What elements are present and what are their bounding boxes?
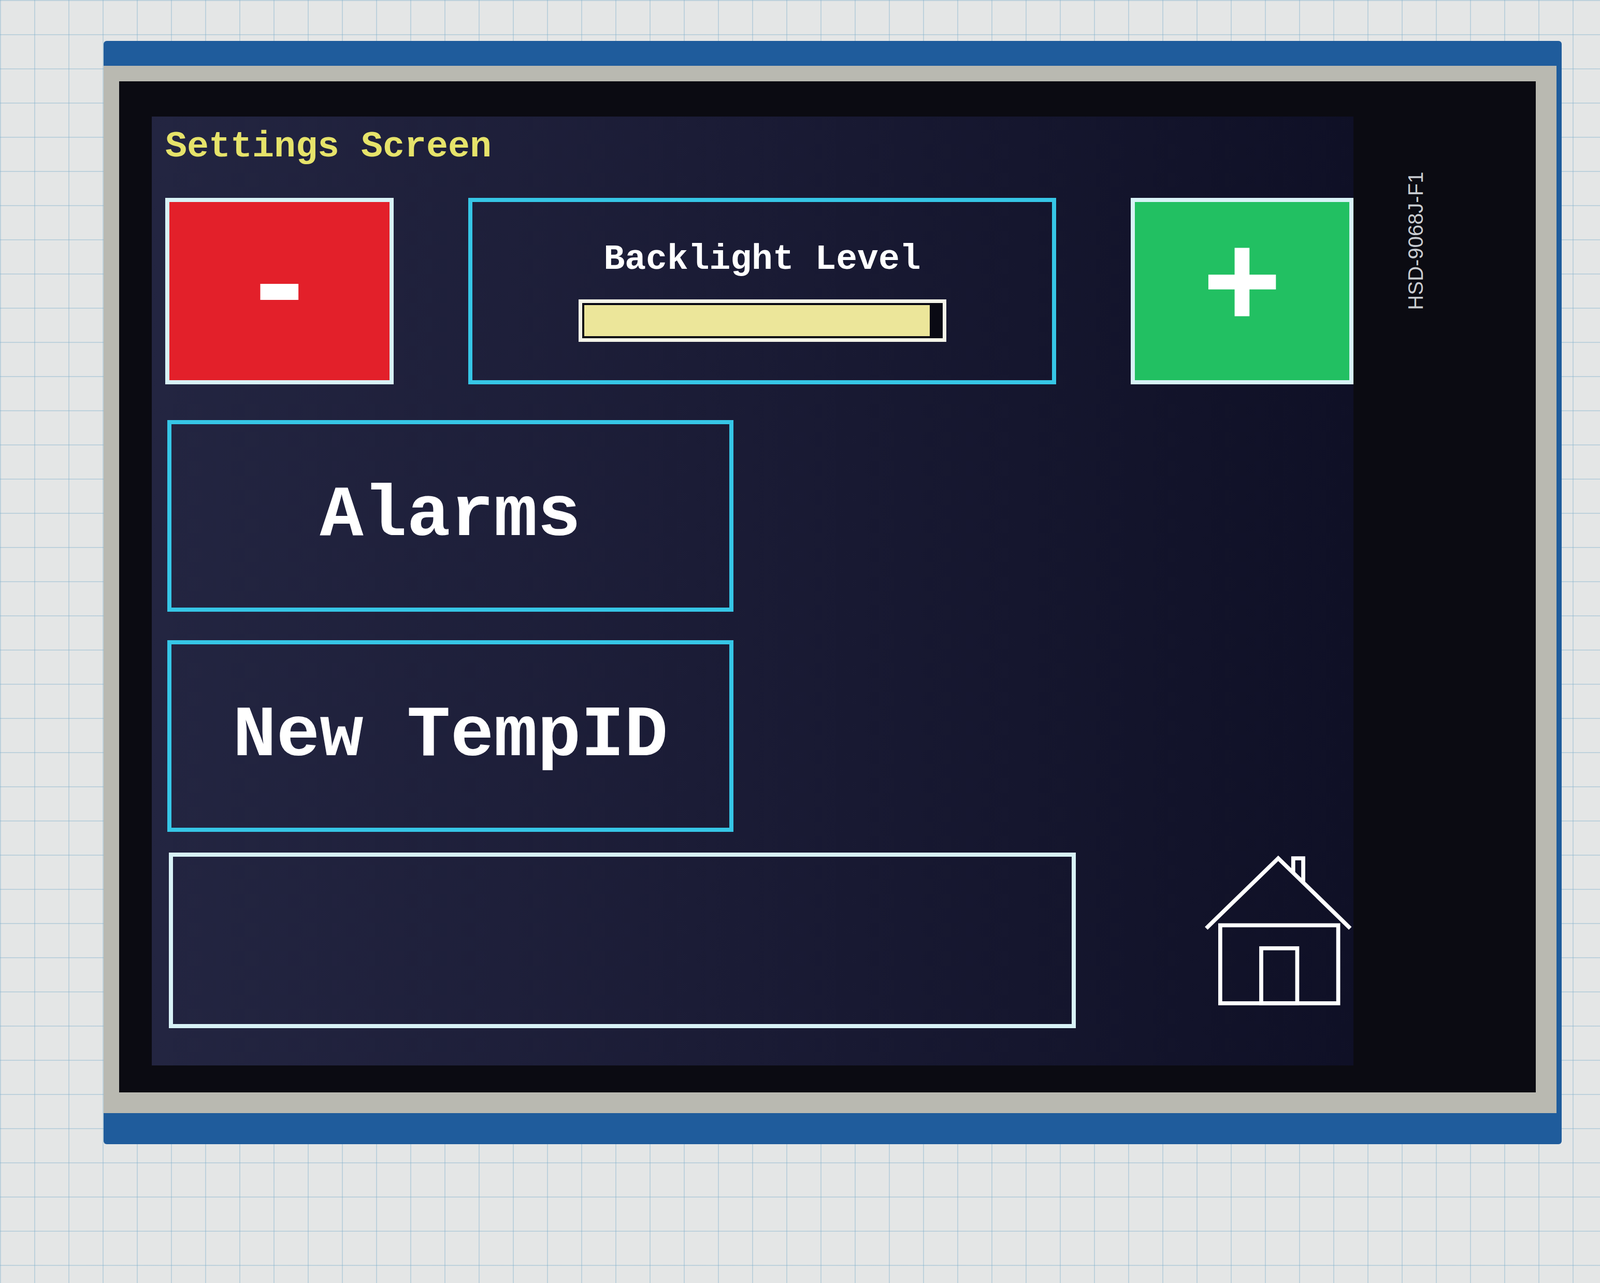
bottom-row <box>168 852 1354 1029</box>
increase-button[interactable]: + <box>1130 197 1354 385</box>
backlight-panel: Backlight Level <box>468 197 1057 385</box>
settings-screen: Settings Screen - Backlight Level + Alar… <box>151 116 1354 1066</box>
backlight-bar <box>578 299 947 342</box>
screen-glass: Settings Screen - Backlight Level + Alar… <box>119 81 1536 1093</box>
backlight-fill <box>584 305 930 337</box>
decrease-button[interactable]: - <box>165 197 394 385</box>
board-label-holder: HSD-9068J-F1 <box>1400 132 1432 350</box>
backlight-row: - Backlight Level + <box>165 197 1354 385</box>
board-edge: HSD-9068J-F1 <box>1353 116 1478 1066</box>
display-board: Settings Screen - Backlight Level + Alar… <box>103 40 1562 1145</box>
board-label: HSD-9068J-F1 <box>1400 171 1432 311</box>
home-icon[interactable] <box>1203 852 1354 1009</box>
message-box <box>168 852 1076 1029</box>
menu-button[interactable]: Alarms <box>167 420 734 612</box>
menu-button[interactable]: New TempID <box>167 640 734 832</box>
screen-bezel: Settings Screen - Backlight Level + Alar… <box>103 65 1557 1114</box>
screen-title: Settings Screen <box>165 126 1354 167</box>
menu-list: Alarms New TempID <box>167 420 1354 832</box>
backlight-label: Backlight Level <box>603 240 921 280</box>
